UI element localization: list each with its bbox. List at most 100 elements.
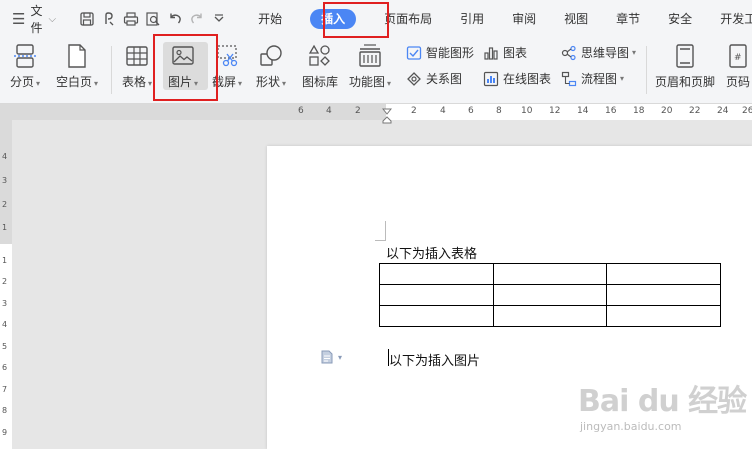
blank-page-button[interactable]: 空白页 ▾ [56,42,98,90]
watermark-url: jingyan.baidu.com [580,420,682,433]
smart-graphic-label: 智能图形 [426,46,475,60]
file-menu[interactable]: ☰ 文件 ⌵ [0,0,64,38]
dropdown-arrow-icon: ▾ [632,48,637,57]
dropdown-arrow-icon: ▾ [148,79,153,88]
ruler-tick: 3 [2,176,8,185]
shapes-label: 形状 [256,75,281,89]
ruler-tick: 22 [689,106,701,116]
online-chart-button[interactable]: 在线图表 [483,70,551,87]
table-cell[interactable] [379,305,494,327]
ruler-tick: 2 [411,106,417,116]
ruler-tick: 3 [2,299,8,308]
ruler-tick: 1 [2,223,8,232]
ruler-tick: 7 [2,385,8,394]
table-cell[interactable] [606,284,721,306]
tab-view[interactable]: 视图 [550,0,602,38]
ruler-tick: 1 [2,256,8,265]
online-chart-label: 在线图表 [503,72,552,86]
relation-chart-button[interactable]: 关系图 [406,70,462,87]
dropdown-arrow-icon: ▾ [620,74,625,83]
header-footer-button[interactable]: 页眉和页脚 [655,42,715,90]
online-chart-icon [483,71,499,87]
flowchart-button[interactable]: 流程图 ▾ [561,70,624,87]
tab-references[interactable]: 引用 [446,0,498,38]
function-chart-label: 功能图 [349,75,386,89]
function-chart-icon [356,42,384,70]
ruler-tick: 12 [549,106,561,116]
dropdown-arrow-icon: ▾ [94,79,99,88]
customize-toolbar-icon[interactable] [211,9,227,29]
dropdown-arrow-icon: ▾ [282,79,287,88]
highlight-box-insert-tab [323,2,389,38]
hamburger-icon: ☰ [12,10,26,28]
document-paragraph[interactable]: 以下为插入图片 [389,350,480,369]
tab-chapter[interactable]: 章节 [602,0,654,38]
header-footer-label: 页眉和页脚 [655,75,716,89]
highlight-box-picture-button [153,34,218,101]
table-row [379,263,721,285]
table-row [379,284,721,306]
ruler-tick: 9 [2,428,8,437]
ribbon-tabs: 开始 插入 页面布局 引用 审阅 视图 章节 安全 开发工 [244,0,752,38]
blank-page-label: 空白页 [56,75,93,89]
page-number-button[interactable]: # 页码 [726,42,750,90]
shapes-icon [258,42,284,70]
vertical-ruler[interactable]: 4 3 2 1 1 2 3 4 5 6 7 8 9 [0,120,12,449]
print-icon[interactable] [123,9,139,29]
save-icon[interactable] [79,9,95,29]
dropdown-arrow-icon: ▾ [36,79,41,88]
baidu-jingyan-watermark: Bai du 经验 jingyan.baidu.com [578,370,752,449]
table-cell[interactable] [492,263,608,285]
document-paragraph[interactable]: 以下为插入表格 [386,243,477,262]
undo-icon[interactable] [167,9,183,29]
chevron-down-icon: ⌵ [48,13,57,25]
tab-review[interactable]: 审阅 [498,0,550,38]
ruler-tick: 2 [2,200,8,209]
table-cell[interactable] [492,284,608,306]
mind-map-label: 思维导图 [581,46,630,60]
svg-text:#: # [734,53,742,63]
document-table[interactable] [379,263,721,327]
icon-library-button[interactable]: 图标库 [302,42,338,90]
page-number-icon: # [727,42,749,70]
paragraph-menu-button[interactable]: ▾ [320,350,342,364]
print-preview-icon[interactable] [145,9,161,29]
divider [111,46,112,94]
table-cell[interactable] [379,284,494,306]
horizontal-ruler[interactable]: 6 4 2 2 4 6 8 10 12 14 16 18 20 22 24 26 [0,104,752,120]
mind-map-button[interactable]: 思维导图 ▾ [561,44,636,61]
ruler-tick: 5 [2,342,8,351]
table-row [379,305,721,327]
smart-graphic-button[interactable]: 智能图形 [406,44,474,61]
chart-label: 图表 [503,46,528,60]
tab-home[interactable]: 开始 [244,0,296,38]
watermark-logo-text: Bai du 经验 [578,384,747,419]
ruler-tick: 8 [496,106,502,116]
page-break-button[interactable]: 分页 ▾ [10,42,40,90]
ruler-tick: 6 [2,363,8,372]
table-cell[interactable] [379,263,494,285]
table-cell[interactable] [492,305,608,327]
export-pdf-icon[interactable] [101,9,117,29]
margin-corner-mark [375,221,386,241]
dropdown-arrow-icon: ▾ [387,79,392,88]
shapes-button[interactable]: 形状 ▾ [256,42,286,90]
dropdown-arrow-icon: ▾ [338,352,343,362]
page-break-label: 分页 [10,75,35,89]
chart-button[interactable]: 图表 [483,44,527,61]
table-icon [125,42,149,70]
table-label: 表格 [122,75,147,89]
flowchart-icon [561,71,577,87]
table-button[interactable]: 表格 ▾ [122,42,152,90]
table-cell[interactable] [606,305,721,327]
redo-icon[interactable] [189,9,205,29]
tab-security[interactable]: 安全 [654,0,706,38]
ruler-tick: 4 [2,320,8,329]
tab-developer[interactable]: 开发工 [706,0,752,38]
indent-marker-icon[interactable] [382,108,392,124]
table-cell[interactable] [606,263,721,285]
ruler-tick: 2 [355,106,361,116]
file-menu-label: 文件 [30,4,43,35]
function-chart-button[interactable]: 功能图 ▾ [349,42,391,90]
page-break-icon [13,42,37,70]
